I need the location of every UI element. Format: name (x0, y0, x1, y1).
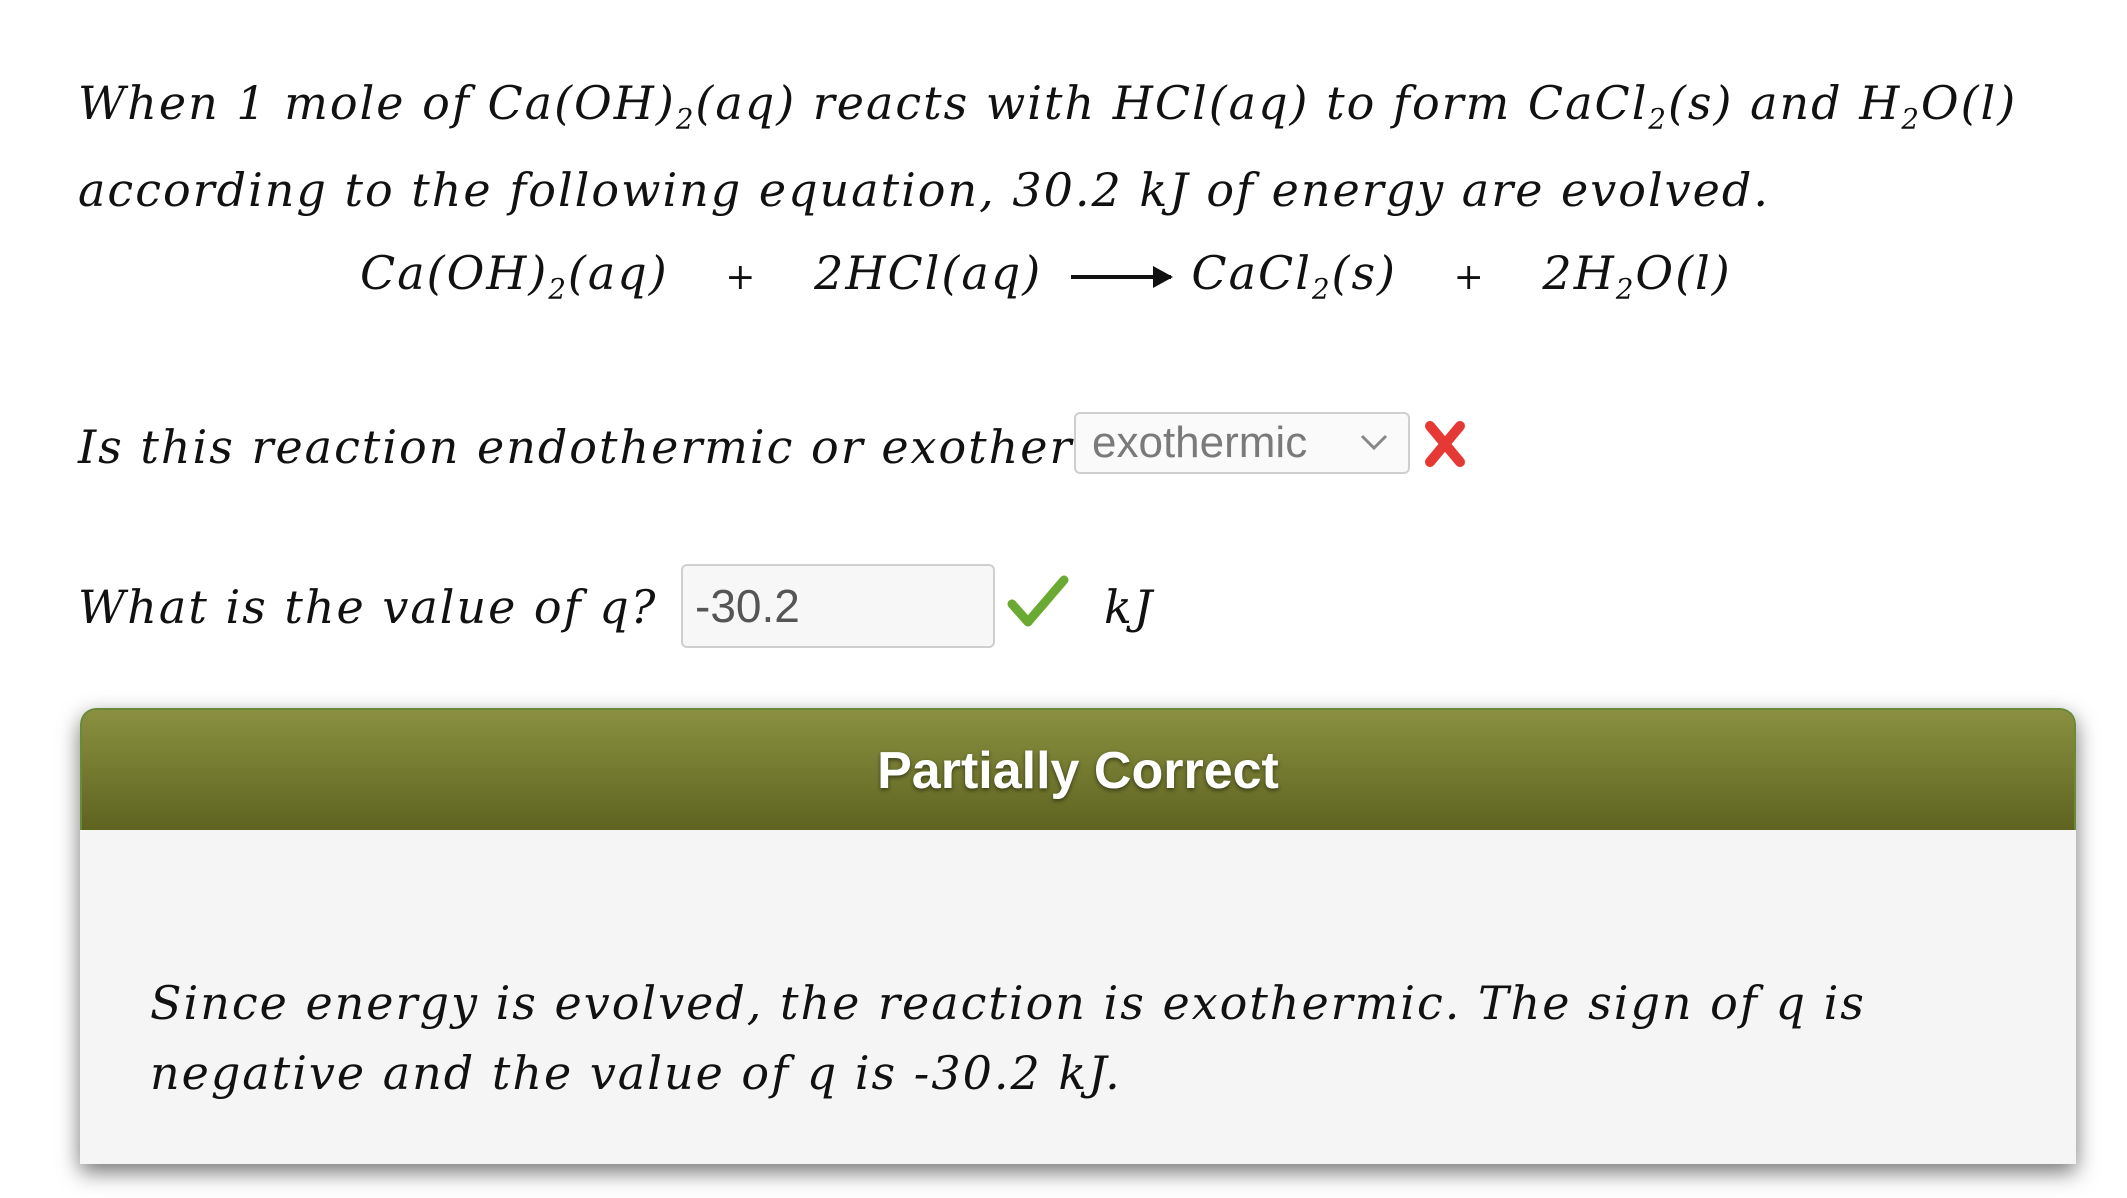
question-q-value: What is the value of q? (78, 580, 658, 634)
question-endo-exo: Is this reaction endothermic or exotherm… (78, 420, 1191, 474)
plus-sign: + (725, 257, 758, 298)
product-2: 2H2O(l) (1542, 246, 1732, 306)
reaction-type-selected-value: exothermic (1092, 418, 1308, 467)
feedback-header: Partially Correct (80, 708, 2076, 830)
chevron-down-icon (1360, 434, 1388, 451)
reaction-arrow-icon (1070, 266, 1173, 288)
reaction-type-select[interactable]: exothermic (1074, 412, 1410, 474)
feedback-explanation: Since energy is evolved, the reaction is… (150, 976, 1866, 1100)
feedback-title: Partially Correct (877, 742, 1279, 800)
problem-statement: When 1 mole of Ca(OH)2(aq) reacts with H… (78, 76, 2018, 217)
incorrect-x-icon (1425, 421, 1465, 467)
product-1: CaCl2(s) (1191, 246, 1397, 306)
reactant-2: 2HCl(aq) (814, 246, 1043, 300)
plus-sign: + (1453, 257, 1486, 298)
correct-check-icon (1007, 575, 1069, 627)
unit-label: kJ (1104, 580, 1155, 634)
chemical-equation: Ca(OH)2(aq) + 2HCl(aq) CaCl2(s) + 2H2O(l… (360, 238, 1732, 325)
reactant-1: Ca(OH)2(aq) (360, 246, 669, 306)
feedback-panel: Partially Correct Since energy is evolve… (80, 708, 2076, 1164)
q-value-input[interactable]: -30.2 (681, 564, 995, 648)
